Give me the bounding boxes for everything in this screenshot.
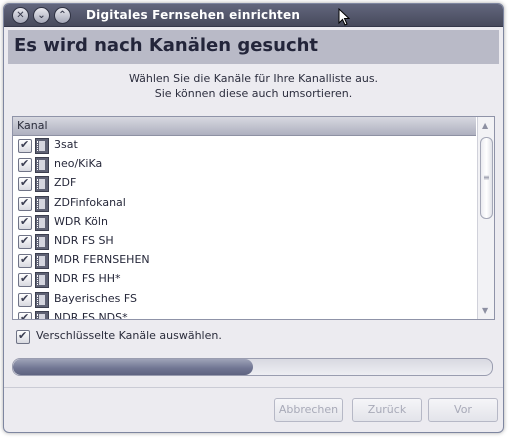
scroll-down-icon[interactable]: ▼ xyxy=(482,306,488,315)
maximize-icon[interactable]: ⌃ xyxy=(54,7,71,24)
divider xyxy=(4,387,503,388)
minimize-icon[interactable]: ⌄ xyxy=(33,7,50,24)
scroll-up-icon[interactable]: ▲ xyxy=(482,121,488,130)
tv-channel-icon xyxy=(35,253,49,270)
channel-row[interactable]: NDR FS SH xyxy=(13,232,476,251)
channel-checkbox[interactable] xyxy=(18,215,32,230)
channel-row[interactable]: ZDF xyxy=(13,174,476,193)
channel-checkbox[interactable] xyxy=(18,292,32,307)
channel-checkbox[interactable] xyxy=(18,196,32,211)
channel-name: NDR FS NDS* xyxy=(54,310,128,320)
channel-row[interactable]: neo/KiKa xyxy=(13,155,476,174)
channel-checkbox[interactable] xyxy=(18,253,32,269)
channel-name: NDR FS HH* xyxy=(54,272,121,286)
channel-list[interactable]: Kanal 3sat neo/KiKa ZDF ZDFinfokanal WDR Köl… xyxy=(12,116,495,320)
channel-name: neo/KiKa xyxy=(54,157,103,171)
channel-row[interactable]: MDR FERNSEHEN xyxy=(13,251,476,270)
progress-fill xyxy=(13,359,253,375)
instruction-line-2: Sie können diese auch umsortieren. xyxy=(154,87,353,100)
channel-name: Bayerisches FS xyxy=(54,291,138,305)
instruction-line-1: Wählen Sie die Kanäle für Ihre Kanallist… xyxy=(128,72,379,85)
encrypted-label[interactable]: Verschlüsselte Kanäle auswählen. xyxy=(36,329,222,342)
channel-checkbox[interactable] xyxy=(18,157,32,173)
channel-checkbox[interactable] xyxy=(18,272,32,288)
channel-row[interactable]: WDR Köln xyxy=(13,213,476,232)
channel-row[interactable]: ZDFinfokanal xyxy=(13,194,476,213)
scan-progress-bar xyxy=(12,358,493,376)
next-button[interactable]: Vor xyxy=(428,398,498,422)
channel-row[interactable]: 3sat xyxy=(13,136,476,155)
close-icon[interactable]: ✕ xyxy=(12,7,29,24)
column-header-label: Kanal xyxy=(17,119,48,132)
tv-channel-icon xyxy=(35,176,49,193)
page-title: Es wird nach Kanälen gesucht xyxy=(14,35,319,56)
vertical-scrollbar[interactable]: ▲ ≡ ▼ xyxy=(477,117,494,319)
tv-channel-icon xyxy=(35,214,49,231)
channel-name: 3sat xyxy=(54,138,78,151)
mouse-cursor-icon xyxy=(338,8,350,26)
channel-row[interactable]: NDR FS NDS* xyxy=(13,309,476,320)
tv-channel-icon xyxy=(35,291,49,308)
tv-channel-icon xyxy=(35,195,49,212)
back-button[interactable]: Zurück xyxy=(352,398,422,422)
channel-rows: 3sat neo/KiKa ZDF ZDFinfokanal WDR Köln NDR F… xyxy=(13,136,476,320)
channel-row[interactable]: NDR FS HH* xyxy=(13,270,476,289)
channel-checkbox[interactable] xyxy=(18,176,32,192)
scrollbar-thumb[interactable]: ≡ xyxy=(480,137,493,219)
tv-channel-icon xyxy=(35,233,49,250)
channel-name: ZDF xyxy=(54,176,77,190)
tv-channel-icon xyxy=(35,272,49,289)
channel-name: NDR FS SH xyxy=(54,233,114,247)
window-title: Digitales Fernsehen einrichten xyxy=(86,8,301,22)
page-header: Es wird nach Kanälen gesucht xyxy=(8,30,499,64)
channel-checkbox[interactable] xyxy=(18,311,32,319)
tv-channel-icon xyxy=(35,138,49,154)
channel-row[interactable]: Bayerisches FS xyxy=(13,290,476,309)
tv-channel-icon xyxy=(35,310,49,319)
grip-icon: ≡ xyxy=(483,173,490,182)
tv-channel-icon xyxy=(35,157,49,174)
channel-name: WDR Köln xyxy=(54,214,108,228)
channel-checkbox[interactable] xyxy=(18,234,32,249)
channel-checkbox[interactable] xyxy=(18,138,32,153)
titlebar[interactable]: ✕ ⌄ ⌃ Digitales Fernsehen einrichten xyxy=(4,4,503,27)
encrypted-checkbox[interactable] xyxy=(16,329,30,344)
channel-name: ZDFinfokanal xyxy=(54,195,126,209)
channel-name: MDR FERNSEHEN xyxy=(54,253,150,267)
dialog-window: ✕ ⌄ ⌃ Digitales Fernsehen einrichten Es … xyxy=(3,3,504,433)
column-header-kanal[interactable]: Kanal xyxy=(13,117,476,136)
cancel-button[interactable]: Abbrechen xyxy=(274,398,343,422)
